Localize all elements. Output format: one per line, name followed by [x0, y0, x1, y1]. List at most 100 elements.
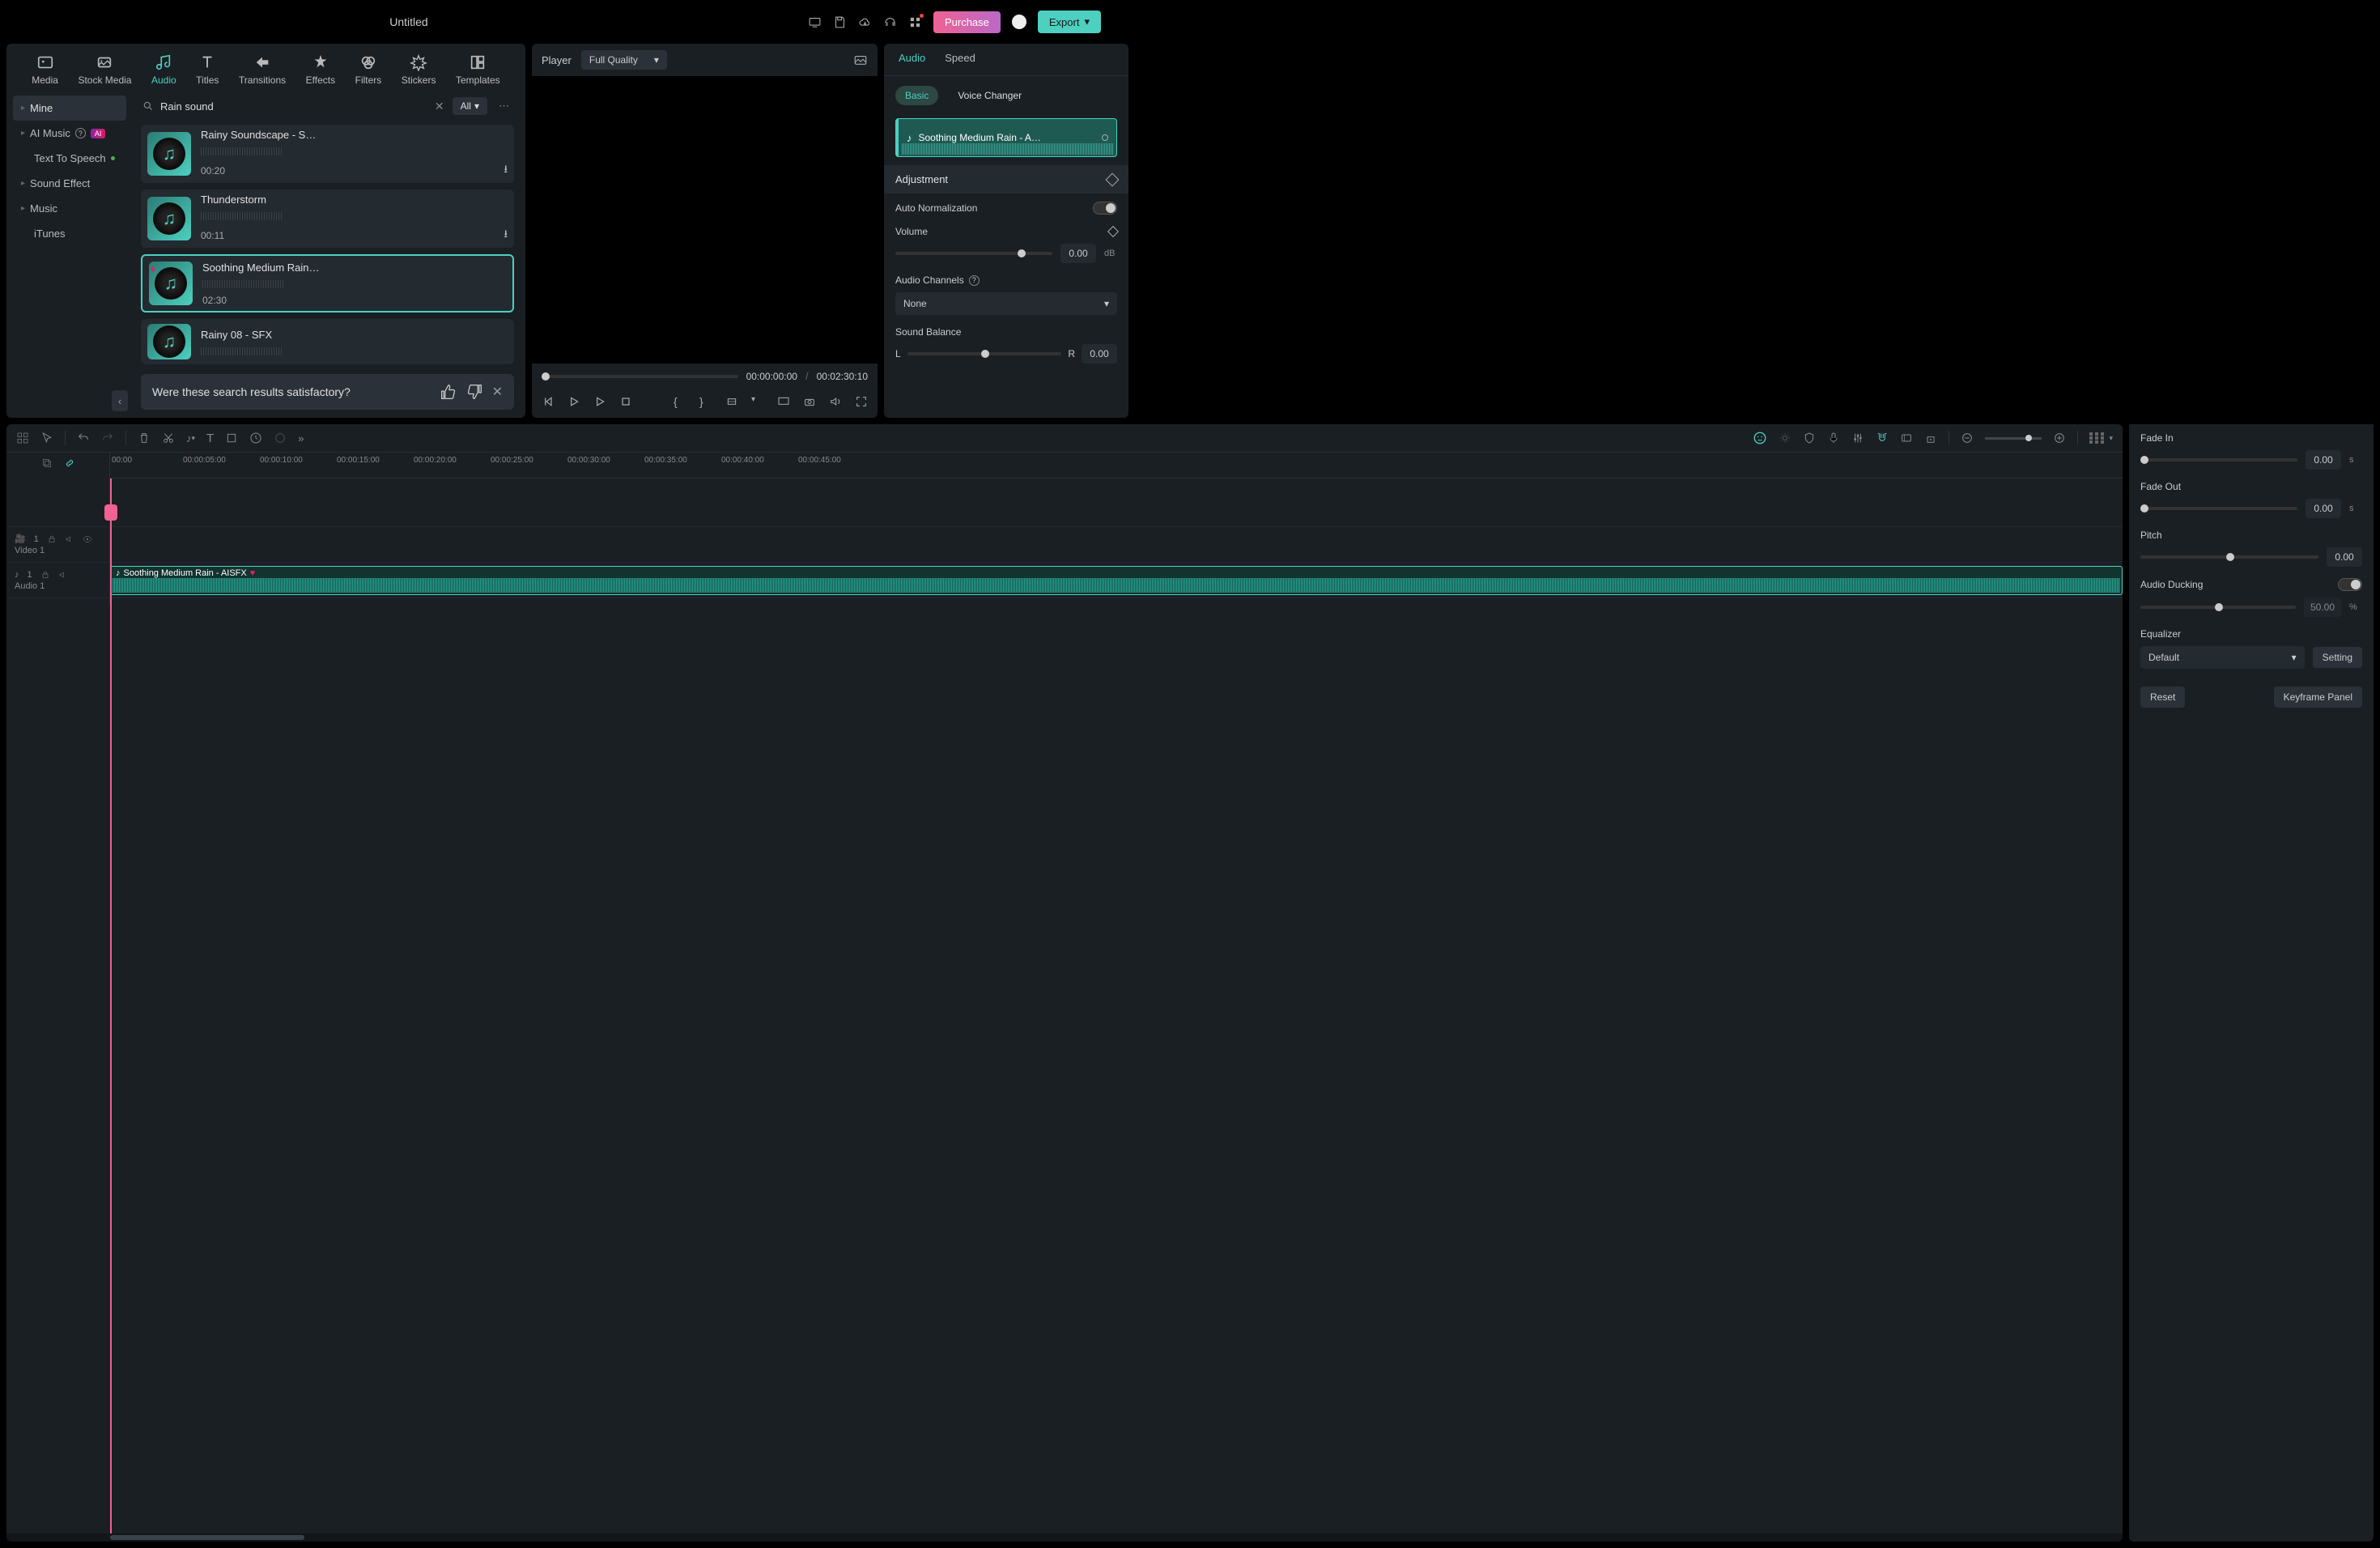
tab-effects[interactable]: Effects [301, 52, 340, 87]
delete-icon[interactable] [138, 432, 151, 444]
download-icon[interactable]: ⭳ [504, 227, 508, 245]
collapse-sidebar-icon[interactable]: ‹ [112, 390, 128, 411]
subtab-voice-changer[interactable]: Voice Changer [948, 86, 1031, 105]
video-track-lane[interactable] [110, 527, 2123, 562]
sidebar-item-ai-music[interactable]: ▸AI Music?AI [13, 121, 126, 146]
tool-grid-icon[interactable] [16, 432, 29, 444]
eye-track-icon[interactable] [83, 534, 92, 544]
eq-setting-button[interactable]: Setting [2313, 647, 2362, 668]
cut-icon[interactable] [162, 432, 175, 444]
audio-track-lane[interactable]: ♪ Soothing Medium Rain - AISFX ♥ [110, 563, 2123, 598]
fullscreen-icon[interactable] [855, 395, 868, 408]
selected-clip-chip[interactable]: ♪ Soothing Medium Rain - A… [895, 118, 1117, 157]
volume-icon[interactable] [829, 395, 842, 408]
mute-track-icon[interactable] [58, 570, 68, 580]
playhead[interactable] [110, 478, 112, 1533]
tool-cursor-icon[interactable] [40, 432, 53, 444]
channels-dropdown[interactable]: None▾ [895, 292, 1117, 315]
camera-icon[interactable] [803, 395, 816, 408]
display-icon[interactable] [777, 395, 790, 408]
help-icon[interactable]: ? [75, 128, 86, 138]
eq-dropdown[interactable]: Default▾ [2140, 646, 2305, 669]
more-icon[interactable]: ⋯ [495, 100, 512, 113]
tab-audio[interactable]: Audio [147, 52, 181, 87]
sun-icon[interactable] [1779, 432, 1791, 444]
tab-transitions[interactable]: Transitions [234, 52, 291, 87]
layout-icon[interactable]: ▾ [2089, 432, 2113, 444]
volume-value[interactable]: 0.00 [1060, 244, 1096, 263]
timeline-ruler[interactable]: 00:00 00:00:05:00 00:00:10:00 00:00:15:0… [110, 453, 2123, 478]
link-icon[interactable] [64, 457, 75, 469]
balance-value[interactable]: 0.00 [1082, 344, 1117, 364]
keyframe-indicator-icon[interactable] [1102, 134, 1108, 141]
save-icon[interactable] [833, 15, 847, 29]
reset-button[interactable]: Reset [2140, 687, 2185, 708]
thumbs-down-icon[interactable] [466, 384, 482, 400]
lock-track-icon[interactable] [47, 534, 57, 544]
zoom-slider[interactable] [1985, 437, 2042, 440]
audio-clip[interactable]: ♪ Soothing Medium Rain - AISFX ♥ [110, 566, 2123, 595]
balance-slider[interactable] [907, 352, 1062, 355]
thumbs-up-icon[interactable] [440, 384, 457, 400]
color-tool-icon[interactable] [274, 432, 287, 444]
tab-media[interactable]: Media [27, 52, 63, 87]
apps-icon[interactable] [908, 15, 922, 29]
lock-track-icon[interactable] [40, 570, 50, 580]
headset-icon[interactable] [883, 15, 897, 29]
sidebar-item-music[interactable]: ▸Music [13, 196, 126, 221]
tab-stock-media[interactable]: Stock Media [73, 52, 136, 87]
player-viewport[interactable] [532, 76, 878, 364]
sidebar-item-itunes[interactable]: iTunes [13, 221, 126, 246]
fadein-slider[interactable] [2140, 458, 2297, 461]
clear-search-icon[interactable]: ✕ [435, 100, 444, 113]
mic-icon[interactable] [1827, 432, 1840, 444]
result-item[interactable]: ♫ Thunderstorm 00:11⭳ [141, 189, 514, 248]
device-icon[interactable] [808, 15, 822, 29]
ducking-slider[interactable] [2140, 606, 2296, 609]
export-button[interactable]: Export▾ [1038, 11, 1101, 33]
bracket-open-icon[interactable]: { [674, 395, 686, 408]
tab-titles[interactable]: Titles [191, 52, 223, 87]
result-item[interactable]: ♫ Rainy Soundscape - S… 00:20⭳ [141, 125, 514, 183]
keyframe-diamond-icon[interactable] [1107, 226, 1119, 237]
redo-icon[interactable] [101, 432, 114, 444]
mute-track-icon[interactable] [65, 534, 74, 544]
undo-icon[interactable] [77, 432, 90, 444]
close-icon[interactable]: ✕ [492, 384, 503, 400]
play-alt-icon[interactable] [593, 395, 606, 408]
sidebar-item-tts[interactable]: Text To Speech [13, 146, 126, 171]
playhead-handle-icon[interactable] [104, 504, 117, 521]
stop-icon[interactable] [619, 395, 632, 408]
quality-dropdown[interactable]: Full Quality▾ [581, 50, 667, 70]
player-scrubber[interactable] [542, 375, 738, 378]
fadeout-value[interactable]: 0.00 [2306, 499, 2341, 518]
audio-mixer-icon[interactable] [1851, 432, 1864, 444]
zoom-in-icon[interactable] [2053, 432, 2066, 444]
speed-tool-icon[interactable] [249, 432, 262, 444]
snapshot-icon[interactable] [853, 53, 868, 67]
play-icon[interactable] [567, 395, 580, 408]
ducking-toggle[interactable] [2338, 578, 2362, 591]
crop-icon[interactable] [225, 432, 238, 444]
stack-icon[interactable] [41, 457, 53, 469]
result-item[interactable]: ♦♫ Soothing Medium Rain… 02:30 [141, 254, 514, 313]
zoom-out-icon[interactable] [1961, 432, 1974, 444]
subtab-basic[interactable]: Basic [895, 86, 938, 105]
keyframe-diamond-icon[interactable] [1106, 172, 1120, 186]
search-input[interactable] [160, 100, 427, 113]
purchase-button[interactable]: Purchase [933, 11, 1001, 33]
pitch-slider[interactable] [2140, 555, 2318, 559]
volume-slider[interactable] [895, 252, 1052, 255]
tab-audio-props[interactable]: Audio [899, 52, 925, 69]
fadein-value[interactable]: 0.00 [2306, 450, 2341, 470]
pitch-value[interactable]: 0.00 [2327, 547, 2362, 567]
shield-icon[interactable] [1803, 432, 1816, 444]
marker-icon[interactable] [1900, 432, 1913, 444]
more-tools-icon[interactable]: » [298, 432, 304, 444]
markers-icon[interactable] [725, 395, 738, 408]
result-item[interactable]: ♫ Rainy 08 - SFX [141, 319, 514, 364]
text-tool-icon[interactable]: T [206, 432, 214, 445]
ai-avatar-icon[interactable] [1753, 431, 1767, 445]
help-icon[interactable]: ? [969, 275, 980, 286]
lock-icon[interactable] [1924, 432, 1937, 444]
